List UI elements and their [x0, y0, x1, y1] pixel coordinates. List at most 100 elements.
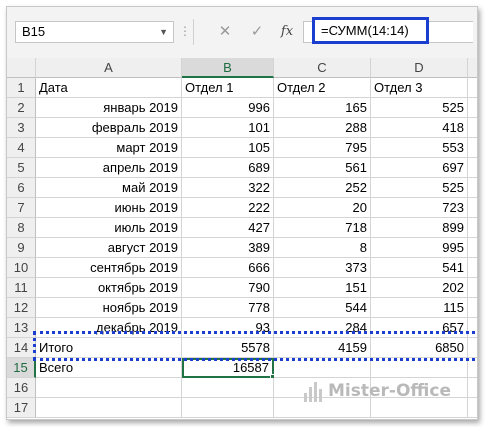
cell-c11[interactable]: 151 [274, 278, 371, 298]
cell-next-column[interactable] [468, 238, 477, 258]
cell-a16[interactable] [36, 378, 182, 398]
cell-a10[interactable]: сентябрь 2019 [36, 258, 182, 278]
row-header[interactable]: 1 [7, 78, 36, 98]
row-header[interactable]: 6 [7, 178, 36, 198]
cell-next-column[interactable] [468, 398, 477, 418]
cell-next-column[interactable] [468, 118, 477, 138]
cell-next-column[interactable] [468, 358, 477, 378]
cell-c12[interactable]: 544 [274, 298, 371, 318]
column-header-c[interactable]: C [274, 58, 371, 78]
cell-b1[interactable]: Отдел 1 [182, 78, 274, 98]
row-header[interactable]: 12 [7, 298, 36, 318]
cell-b6[interactable]: 322 [182, 178, 274, 198]
cell-d14[interactable]: 6850 [371, 338, 468, 358]
cell-d15[interactable] [371, 358, 468, 378]
cell-a14[interactable]: Итого [36, 338, 182, 358]
cell-a1[interactable]: Дата [36, 78, 182, 98]
name-box[interactable]: B15 ▼ [15, 21, 174, 43]
cell-next-column[interactable] [468, 338, 477, 358]
cell-c14[interactable]: 4159 [274, 338, 371, 358]
column-header-d[interactable]: D [371, 58, 468, 78]
cell-next-column[interactable] [468, 178, 477, 198]
cell-next-column[interactable] [468, 198, 477, 218]
cell-a6[interactable]: май 2019 [36, 178, 182, 198]
cell-b17[interactable] [182, 398, 274, 418]
cell-b15[interactable]: 16587 [182, 358, 274, 378]
formula-bar-grip-icon[interactable]: ⋮ [179, 25, 191, 37]
cell-c3[interactable]: 288 [274, 118, 371, 138]
cell-b11[interactable]: 790 [182, 278, 274, 298]
cell-b3[interactable]: 101 [182, 118, 274, 138]
row-header[interactable]: 13 [7, 318, 36, 338]
cell-c6[interactable]: 252 [274, 178, 371, 198]
cell-a2[interactable]: январь 2019 [36, 98, 182, 118]
row-header[interactable]: 7 [7, 198, 36, 218]
cell-b14[interactable]: 5578 [182, 338, 274, 358]
cell-a7[interactable]: июнь 2019 [36, 198, 182, 218]
cancel-button[interactable]: ✕ [213, 21, 237, 43]
cell-d5[interactable]: 697 [371, 158, 468, 178]
cell-next-column[interactable] [468, 378, 477, 398]
cell-b2[interactable]: 996 [182, 98, 274, 118]
cell-d7[interactable]: 723 [371, 198, 468, 218]
cell-a9[interactable]: август 2019 [36, 238, 182, 258]
cell-b4[interactable]: 105 [182, 138, 274, 158]
cell-c8[interactable]: 718 [274, 218, 371, 238]
cell-c1[interactable]: Отдел 2 [274, 78, 371, 98]
row-header[interactable]: 15 [7, 358, 36, 378]
insert-function-button[interactable]: fx [275, 21, 299, 43]
cell-a13[interactable]: декабрь 2019 [36, 318, 182, 338]
row-header[interactable]: 4 [7, 138, 36, 158]
row-header[interactable]: 9 [7, 238, 36, 258]
cell-d1[interactable]: Отдел 3 [371, 78, 468, 98]
cell-b8[interactable]: 427 [182, 218, 274, 238]
cell-b5[interactable]: 689 [182, 158, 274, 178]
cell-c13[interactable]: 284 [274, 318, 371, 338]
cell-d3[interactable]: 418 [371, 118, 468, 138]
cell-a4[interactable]: март 2019 [36, 138, 182, 158]
cell-next-column[interactable] [468, 218, 477, 238]
cell-b10[interactable]: 666 [182, 258, 274, 278]
cell-a11[interactable]: октябрь 2019 [36, 278, 182, 298]
enter-button[interactable]: ✓ [245, 21, 269, 43]
cell-b7[interactable]: 222 [182, 198, 274, 218]
cell-a15[interactable]: Всего [36, 358, 182, 378]
row-header[interactable]: 2 [7, 98, 36, 118]
column-header-a[interactable]: A [36, 58, 182, 78]
cell-d6[interactable]: 525 [371, 178, 468, 198]
cell-next-column[interactable] [468, 278, 477, 298]
cell-b13[interactable]: 93 [182, 318, 274, 338]
cell-d10[interactable]: 541 [371, 258, 468, 278]
cell-d4[interactable]: 553 [371, 138, 468, 158]
formula-highlight-box[interactable]: =СУММ(14:14) [312, 17, 429, 44]
cell-c7[interactable]: 20 [274, 198, 371, 218]
cell-a8[interactable]: июль 2019 [36, 218, 182, 238]
row-header[interactable]: 3 [7, 118, 36, 138]
cell-b9[interactable]: 389 [182, 238, 274, 258]
cell-c4[interactable]: 795 [274, 138, 371, 158]
column-header-next[interactable] [468, 58, 477, 78]
row-header[interactable]: 16 [7, 378, 36, 398]
cell-d9[interactable]: 995 [371, 238, 468, 258]
cell-next-column[interactable] [468, 158, 477, 178]
row-header[interactable]: 8 [7, 218, 36, 238]
cell-a17[interactable] [36, 398, 182, 418]
cell-next-column[interactable] [468, 78, 477, 98]
name-box-dropdown-icon[interactable]: ▼ [159, 22, 168, 42]
cell-d11[interactable]: 202 [371, 278, 468, 298]
cell-a3[interactable]: февраль 2019 [36, 118, 182, 138]
cell-a12[interactable]: ноябрь 2019 [36, 298, 182, 318]
cell-c15[interactable] [274, 358, 371, 378]
row-header[interactable]: 17 [7, 398, 36, 418]
row-header[interactable]: 5 [7, 158, 36, 178]
cell-next-column[interactable] [468, 138, 477, 158]
cell-next-column[interactable] [468, 298, 477, 318]
cell-c2[interactable]: 165 [274, 98, 371, 118]
cell-d12[interactable]: 115 [371, 298, 468, 318]
cell-c5[interactable]: 561 [274, 158, 371, 178]
cell-next-column[interactable] [468, 318, 477, 338]
cell-d2[interactable]: 525 [371, 98, 468, 118]
cell-c10[interactable]: 373 [274, 258, 371, 278]
cell-d13[interactable]: 657 [371, 318, 468, 338]
cell-next-column[interactable] [468, 98, 477, 118]
